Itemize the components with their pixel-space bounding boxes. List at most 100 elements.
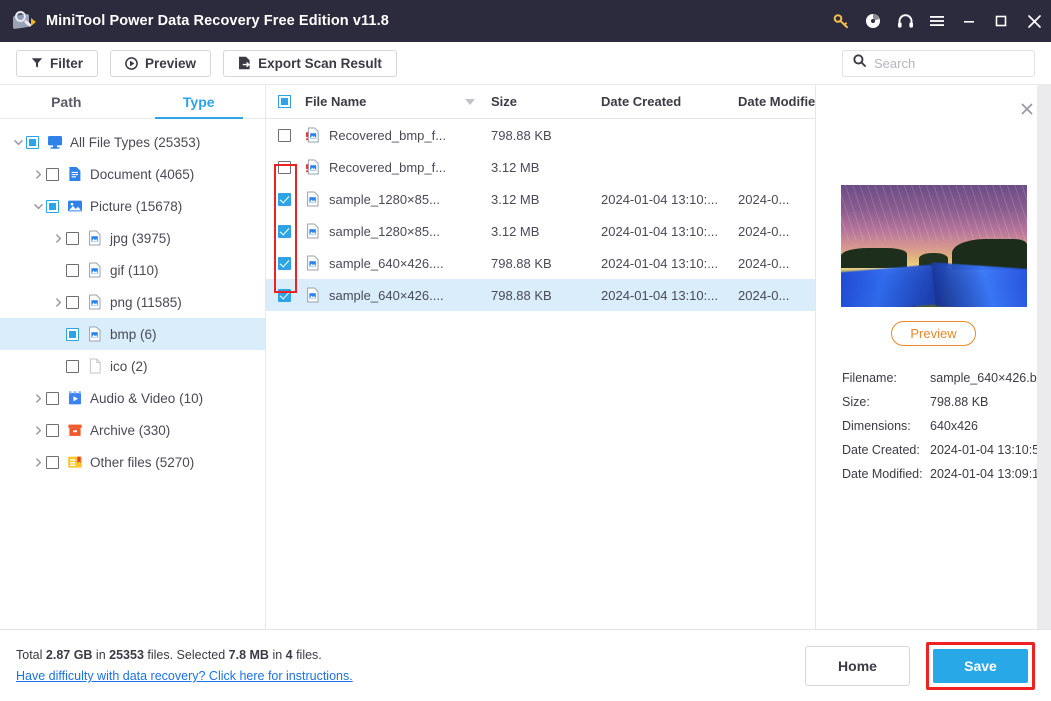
tree-item-checkbox[interactable]: [66, 231, 79, 245]
search-icon: [853, 54, 866, 72]
search-box[interactable]: [842, 49, 1035, 77]
tree-item-gif[interactable]: gif (110): [0, 254, 265, 286]
preview-details: Filename: sample_640×426.br Size: 798.88 KB…: [842, 366, 1051, 486]
tree-item-checkbox[interactable]: [46, 455, 59, 469]
column-header-date-created[interactable]: Date Created: [601, 94, 738, 109]
tree-item-label: bmp (6): [110, 326, 157, 342]
filter-button[interactable]: Filter: [16, 49, 99, 77]
headset-icon[interactable]: [889, 0, 921, 42]
preview-detail-row: Date Created: 2024-01-04 13:10:56: [842, 438, 1051, 462]
chevron-right-icon[interactable]: [50, 297, 66, 308]
table-row[interactable]: sample_640×426.... 798.88 KB 2024-01-04 13…: [266, 279, 815, 311]
tree-item-checkbox[interactable]: [46, 199, 59, 213]
table-row[interactable]: Recovered_bmp_f... 798.88 KB: [266, 119, 815, 151]
preview-detail-value: 2024-01-04 13:09:19: [930, 467, 1047, 481]
row-checkbox[interactable]: [278, 160, 291, 174]
status-info: Total 2.87 GB in 25353 files. Selected 7…: [16, 648, 353, 683]
tab-type[interactable]: Type: [133, 85, 266, 119]
preview-detail-key: Filename:: [842, 371, 897, 385]
select-all-checkbox[interactable]: [278, 95, 291, 108]
tree-item-png[interactable]: png (11585): [0, 286, 265, 318]
row-checkbox[interactable]: [278, 224, 291, 238]
close-icon[interactable]: [1019, 101, 1035, 117]
tree-item-checkbox[interactable]: [66, 295, 79, 309]
maximize-icon[interactable]: [985, 0, 1017, 42]
tree-item-checkbox[interactable]: [46, 423, 59, 437]
tree-item-other[interactable]: Other files (5270): [0, 446, 265, 478]
table-row[interactable]: sample_1280×85... 3.12 MB 2024-01-04 13:10…: [266, 183, 815, 215]
sort-descending-icon[interactable]: [465, 98, 475, 105]
preview-detail-key: Date Modified:: [842, 467, 923, 481]
preview-detail-row: Date Modified: 2024-01-04 13:09:19: [842, 462, 1051, 486]
preview-file-button[interactable]: Preview: [891, 321, 976, 346]
tree-item-bmp[interactable]: bmp (6): [0, 318, 265, 350]
column-header-date-modified[interactable]: Date Modified: [738, 94, 815, 109]
menu-icon[interactable]: [921, 0, 953, 42]
main-content: Path Type All File Types (25353) Document…: [0, 84, 1051, 629]
image-file-icon: [305, 191, 320, 208]
preview-scrollbar[interactable]: [1037, 85, 1051, 629]
home-button[interactable]: Home: [805, 645, 910, 686]
tree-item-ico[interactable]: ico (2): [0, 350, 265, 382]
key-icon[interactable]: [825, 0, 857, 42]
close-icon[interactable]: [1017, 0, 1051, 42]
blank-file-icon: [86, 358, 103, 375]
application-window: MiniTool Power Data Recovery Free Editio…: [0, 0, 1051, 701]
preview-detail-value: sample_640×426.br: [930, 371, 1041, 385]
selected-count: 4: [285, 648, 293, 662]
tree-item-archive[interactable]: Archive (330): [0, 414, 265, 446]
disc-icon[interactable]: [857, 0, 889, 42]
table-row[interactable]: sample_1280×85... 3.12 MB 2024-01-04 13:10…: [266, 215, 815, 247]
help-link[interactable]: Have difficulty with data recovery? Clic…: [16, 669, 353, 683]
chevron-right-icon[interactable]: [30, 425, 46, 436]
minimize-icon[interactable]: [953, 0, 985, 42]
row-checkbox[interactable]: [278, 192, 291, 206]
save-button[interactable]: Save: [933, 648, 1028, 683]
chevron-down-icon[interactable]: [10, 137, 26, 148]
table-row[interactable]: sample_640×426.... 798.88 KB 2024-01-04 13…: [266, 247, 815, 279]
tree-item-checkbox[interactable]: [66, 359, 79, 373]
export-scan-result-button[interactable]: Export Scan Result: [223, 49, 397, 77]
total-prefix: Total: [16, 648, 46, 662]
archive-icon: [66, 422, 83, 439]
tree-item-jpg[interactable]: jpg (3975): [0, 222, 265, 254]
column-header-size[interactable]: Size: [491, 94, 601, 109]
tab-path[interactable]: Path: [0, 85, 133, 118]
tree-item-checkbox[interactable]: [46, 391, 59, 405]
tree-item-all[interactable]: All File Types (25353): [0, 126, 265, 158]
tree-item-checkbox[interactable]: [46, 167, 59, 181]
file-name-label: sample_640×426....: [329, 255, 444, 271]
tree-item-label: gif (110): [110, 262, 159, 278]
search-input[interactable]: [874, 55, 1024, 71]
column-header-file-name-label: File Name: [305, 94, 367, 109]
title-bar: MiniTool Power Data Recovery Free Editio…: [0, 0, 1051, 42]
tree-item-label: All File Types (25353): [70, 134, 201, 150]
cell-date-modified: 2024-0...: [738, 255, 790, 271]
preview-button[interactable]: Preview: [110, 49, 212, 77]
image-file-icon: [86, 262, 103, 279]
tree-item-picture[interactable]: Picture (15678): [0, 190, 265, 222]
table-row[interactable]: Recovered_bmp_f... 3.12 MB: [266, 151, 815, 183]
chevron-right-icon[interactable]: [30, 169, 46, 180]
column-header-file-name[interactable]: File Name: [305, 94, 491, 109]
chevron-right-icon[interactable]: [30, 393, 46, 404]
tree-item-checkbox[interactable]: [66, 327, 79, 341]
chevron-down-icon[interactable]: [30, 201, 46, 212]
tree-item-document[interactable]: Document (4065): [0, 158, 265, 190]
image-file-icon: [305, 255, 320, 272]
file-name-label: sample_640×426....: [329, 287, 444, 303]
filter-label: Filter: [50, 55, 84, 71]
tab-type-label: Type: [182, 93, 215, 110]
cell-date-modified: 2024-0...: [738, 223, 790, 239]
row-checkbox[interactable]: [278, 288, 291, 302]
tree-item-checkbox[interactable]: [26, 135, 39, 149]
row-checkbox[interactable]: [278, 256, 291, 270]
preview-panel: Preview Filename: sample_640×426.br Size: 7…: [816, 85, 1051, 629]
image-file-icon: [305, 223, 320, 240]
image-file-icon: [305, 287, 320, 304]
row-checkbox[interactable]: [278, 128, 291, 142]
chevron-right-icon[interactable]: [50, 233, 66, 244]
chevron-right-icon[interactable]: [30, 457, 46, 468]
tree-item-checkbox[interactable]: [66, 263, 79, 277]
tree-item-audio[interactable]: Audio & Video (10): [0, 382, 265, 414]
